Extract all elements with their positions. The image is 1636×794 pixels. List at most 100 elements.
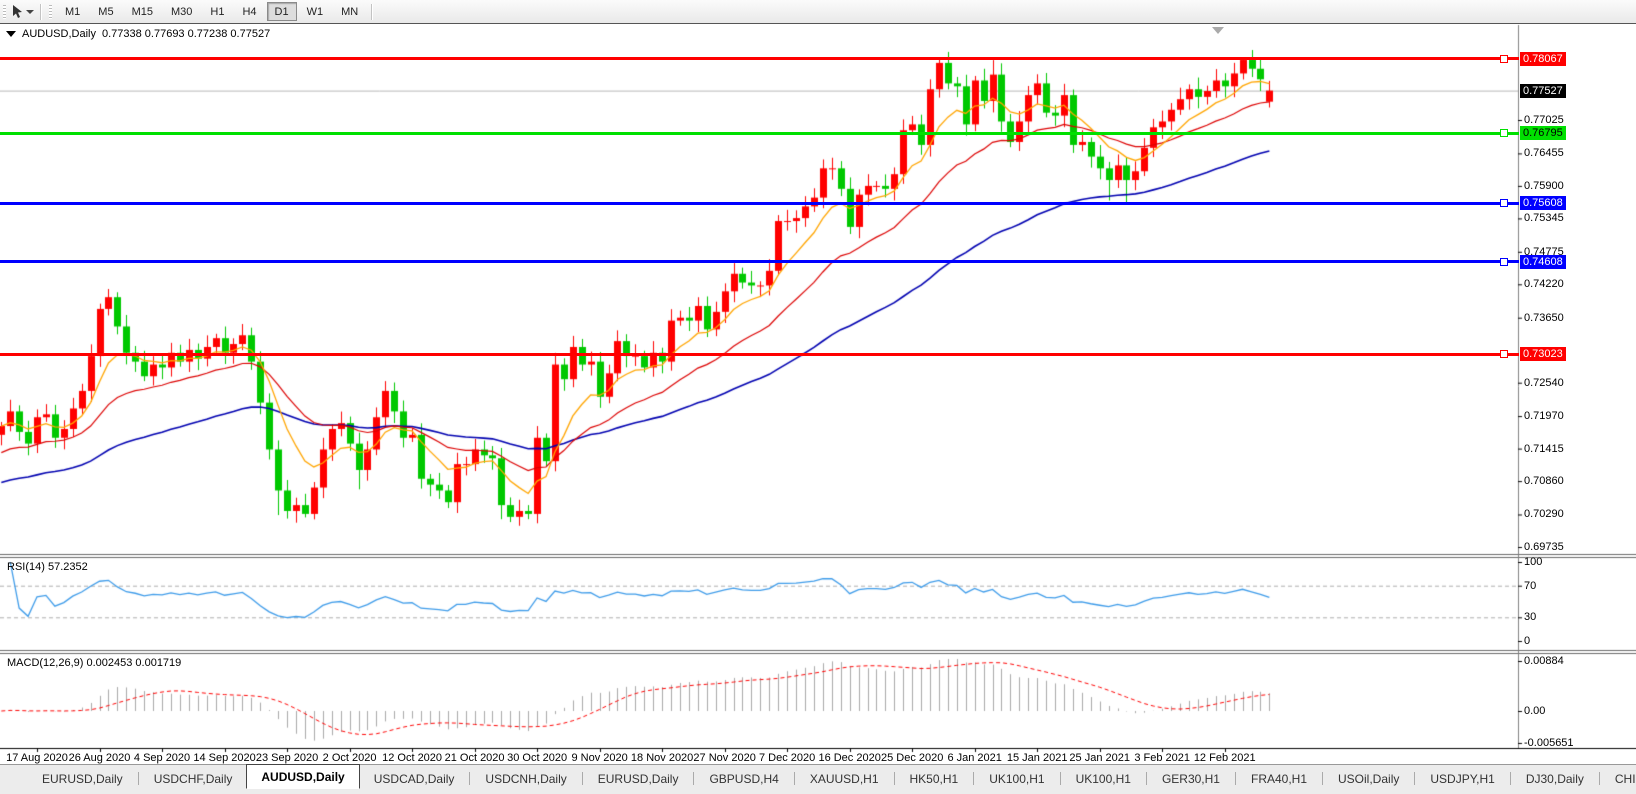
chart-tab-ger30-h1[interactable]: GER30,H1 — [1148, 768, 1234, 789]
price-line-handle[interactable] — [1500, 55, 1508, 63]
chart-canvas[interactable] — [0, 24, 1636, 765]
chart-tab-china300-h1[interactable]: CHINA300,H1 — [1601, 768, 1636, 789]
y-axis-label: 0.72540 — [1524, 377, 1564, 389]
symbol-label: AUDUSD,Daily — [22, 28, 96, 40]
tab-separator — [138, 772, 139, 785]
mt4-window: { "toolbar": { "timeframes": [ {"label":… — [0, 0, 1636, 794]
tab-separator — [1510, 772, 1511, 785]
horizontal-price-line[interactable] — [0, 132, 1519, 135]
tab-separator — [582, 772, 583, 785]
x-axis-label: 9 Nov 2020 — [571, 752, 627, 764]
price-line-handle[interactable] — [1500, 258, 1508, 266]
x-axis-label: 3 Feb 2021 — [1134, 752, 1190, 764]
chevron-down-icon[interactable] — [26, 10, 34, 14]
x-axis-label: 7 Dec 2020 — [759, 752, 815, 764]
price-line-handle[interactable] — [1500, 350, 1508, 358]
tab-separator — [1060, 772, 1061, 785]
y-axis-label: 0.70290 — [1524, 508, 1564, 520]
tab-separator — [1599, 772, 1600, 785]
timeframe-button-mn[interactable]: MN — [333, 2, 366, 21]
price-line-handle[interactable] — [1500, 129, 1508, 137]
rsi-label: RSI(14) 57.2352 — [7, 561, 88, 573]
price-line-handle[interactable] — [1500, 199, 1508, 207]
tab-separator — [1414, 772, 1415, 785]
y-axis-label: 0.69735 — [1524, 541, 1564, 553]
chart-tab-eurusd-daily[interactable]: EURUSD,Daily — [584, 768, 693, 789]
y-axis-label: 0.73650 — [1524, 312, 1564, 324]
price-line-badge: 0.76795 — [1520, 126, 1566, 140]
timeframe-button-d1[interactable]: D1 — [267, 2, 297, 21]
scroll-to-end-icon[interactable] — [1212, 27, 1224, 34]
chart-tab-usdchf-daily[interactable]: USDCHF,Daily — [140, 768, 247, 789]
horizontal-price-line[interactable] — [0, 260, 1519, 263]
macd-axis-label: 0.00884 — [1524, 655, 1564, 667]
macd-axis-label: 0.00 — [1524, 705, 1545, 717]
horizontal-price-line[interactable] — [0, 353, 1519, 356]
toolbar-grip[interactable] — [49, 5, 52, 19]
chart-tab-eurusd-daily[interactable]: EURUSD,Daily — [28, 768, 137, 789]
toolbar-separator — [371, 4, 373, 20]
price-line-badge: 0.78067 — [1520, 52, 1566, 66]
chart-tab-usoil-daily[interactable]: USOil,Daily — [1324, 768, 1413, 789]
horizontal-price-line[interactable] — [0, 202, 1519, 205]
timeframe-button-m30[interactable]: M30 — [163, 2, 200, 21]
tab-separator — [693, 772, 694, 785]
chart-tab-usdcnh-daily[interactable]: USDCNH,Daily — [471, 768, 580, 789]
rsi-axis-label: 30 — [1524, 611, 1536, 623]
price-line-badge: 0.75608 — [1520, 196, 1566, 210]
x-axis-label: 21 Oct 2020 — [445, 752, 505, 764]
timeframe-button-h1[interactable]: H1 — [202, 2, 232, 21]
chart-tab-uk100-h1[interactable]: UK100,H1 — [1062, 768, 1145, 789]
macd-axis-label: -0.005651 — [1524, 737, 1574, 749]
toolbar-grip[interactable] — [3, 5, 6, 19]
x-axis-label: 2 Oct 2020 — [323, 752, 377, 764]
y-axis-label: 0.75345 — [1524, 212, 1564, 224]
cursor-icon — [12, 5, 23, 19]
x-axis-label: 17 Aug 2020 — [6, 752, 68, 764]
y-axis-label: 0.75900 — [1524, 180, 1564, 192]
timeframe-button-group: M1M5M15M30H1H4D1W1MN — [56, 2, 367, 21]
price-line-badge: 0.74608 — [1520, 255, 1566, 269]
chart-tab-uk100-h1[interactable]: UK100,H1 — [975, 768, 1058, 789]
chart-tab-audusd-daily[interactable]: AUDUSD,Daily — [246, 764, 359, 789]
chart-tab-hk50-h1[interactable]: HK50,H1 — [896, 768, 973, 789]
chart-menu-icon[interactable] — [6, 31, 16, 37]
x-axis-label: 15 Jan 2021 — [1007, 752, 1068, 764]
chart-tab-usdcad-daily[interactable]: USDCAD,Daily — [360, 768, 469, 789]
x-axis-label: 25 Jan 2021 — [1069, 752, 1130, 764]
tab-separator — [1146, 772, 1147, 785]
x-axis-label: 4 Sep 2020 — [134, 752, 190, 764]
timeframe-button-h4[interactable]: H4 — [234, 2, 264, 21]
timeframe-button-m15[interactable]: M15 — [124, 2, 161, 21]
cursor-tool-button[interactable] — [12, 5, 34, 19]
chart-tab-dj30-daily[interactable]: DJ30,Daily — [1512, 768, 1598, 789]
tab-separator — [794, 772, 795, 785]
rsi-axis-label: 0 — [1524, 635, 1530, 647]
chart-tabs: EURUSD,DailyUSDCHF,DailyAUDUSD,DailyUSDC… — [28, 765, 1636, 789]
chart-tab-xauusd-h1[interactable]: XAUUSD,H1 — [796, 768, 893, 789]
timeframe-button-w1[interactable]: W1 — [299, 2, 332, 21]
current-price-badge: 0.77527 — [1520, 84, 1566, 98]
horizontal-price-line[interactable] — [0, 57, 1519, 60]
rsi-axis-label: 70 — [1524, 580, 1536, 592]
y-axis-label: 0.71970 — [1524, 410, 1564, 422]
chart-tab-gbpusd-h4[interactable]: GBPUSD,H4 — [695, 768, 792, 789]
x-axis-label: 14 Sep 2020 — [193, 752, 255, 764]
timeframe-button-m5[interactable]: M5 — [90, 2, 121, 21]
rsi-axis-label: 100 — [1524, 556, 1542, 568]
x-axis-label: 26 Aug 2020 — [69, 752, 131, 764]
x-axis-label: 16 Dec 2020 — [818, 752, 880, 764]
tab-separator — [894, 772, 895, 785]
tab-separator — [973, 772, 974, 785]
chart-tab-usdjpy-h1[interactable]: USDJPY,H1 — [1416, 768, 1508, 789]
top-toolbar: M1M5M15M30H1H4D1W1MN — [0, 0, 1636, 24]
timeframe-button-m1[interactable]: M1 — [57, 2, 88, 21]
x-axis-label: 12 Feb 2021 — [1194, 752, 1256, 764]
chart-tab-fra40-h1[interactable]: FRA40,H1 — [1237, 768, 1321, 789]
x-axis-label: 6 Jan 2021 — [947, 752, 1001, 764]
tab-separator — [469, 772, 470, 785]
y-axis-label: 0.74220 — [1524, 278, 1564, 290]
chart-area: 0.770250.764550.759000.753450.747750.742… — [0, 23, 1636, 765]
y-axis-label: 0.70860 — [1524, 475, 1564, 487]
tab-separator — [1235, 772, 1236, 785]
